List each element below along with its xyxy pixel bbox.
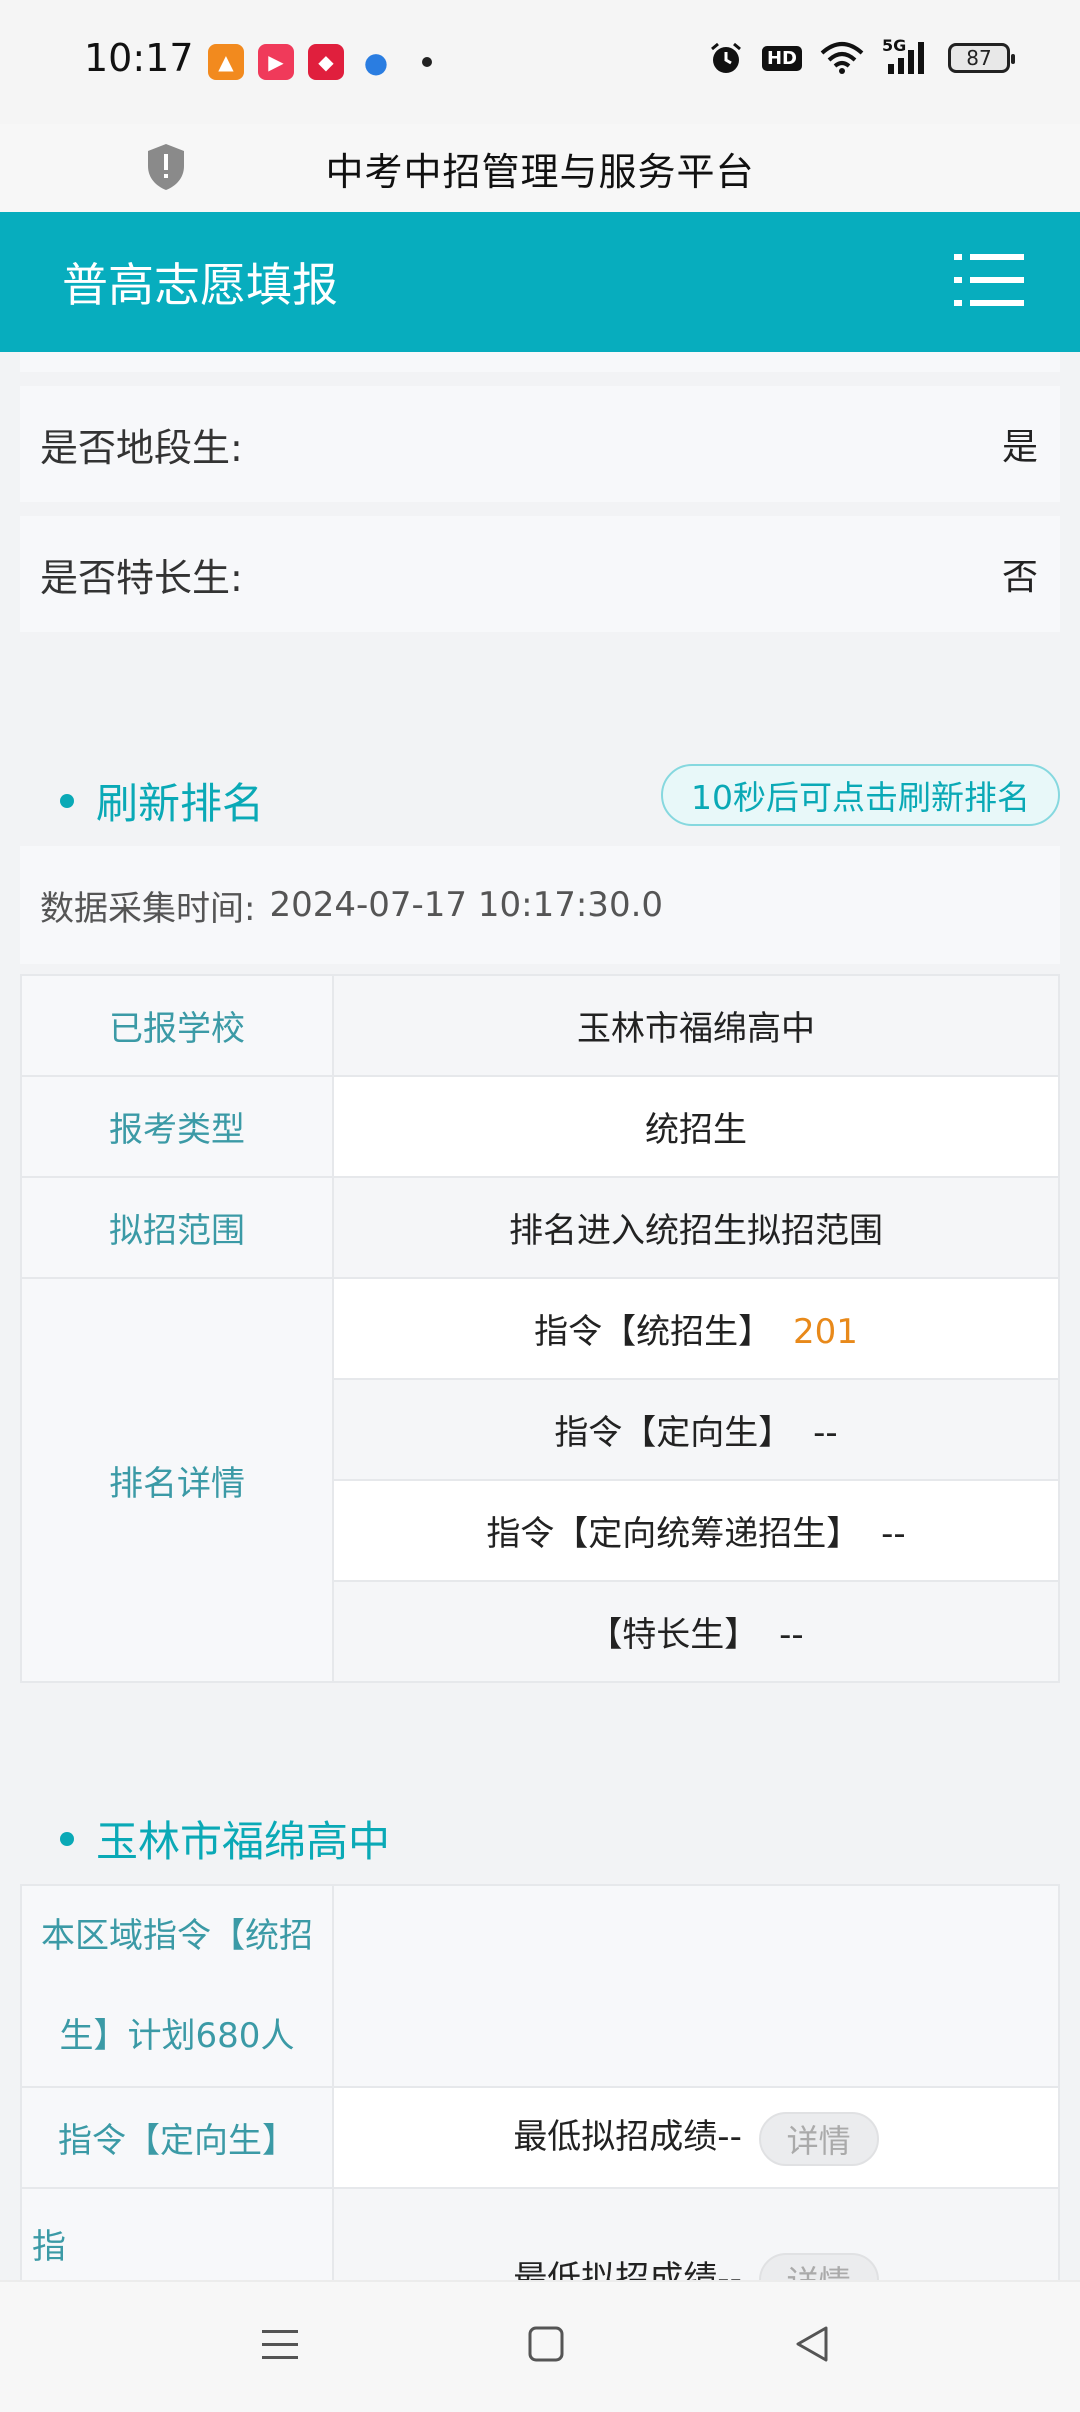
data-collect-time: 数据采集时间: 2024-07-17 10:17:30.0 [20, 846, 1060, 964]
talent-student-label: 是否特长生: [40, 555, 243, 600]
menu-icon[interactable] [954, 250, 1024, 310]
section-bullet [60, 793, 74, 808]
collect-time-value: 2024-07-17 10:17:30.0 [269, 885, 664, 925]
video-app-icon: ▶ [258, 44, 294, 80]
signal-icon: 5G [882, 36, 930, 76]
apply-type-value: 统招生 [332, 1075, 1060, 1178]
detail-directed-row: 指令【定向生】 -- [332, 1378, 1060, 1481]
shopping-app-icon: ◆ [308, 44, 344, 80]
detail-talent-row: 【特长生】 -- [332, 1580, 1060, 1683]
browser-title-bar: 中考中招管理与服务平台 [0, 124, 1080, 212]
table-row: 排名详情 指令【统招生】 201 [20, 1277, 1060, 1683]
table-row: 本区域指令【统招生】计划680人 [20, 1884, 1060, 2088]
detail-coordinated-row: 指令【定向统筹递招生】 -- [332, 1479, 1060, 1582]
local-student-value: 是 [1001, 427, 1038, 468]
table-row: 指令【定向生】 最低拟招成绩-- 详情 [20, 2086, 1060, 2189]
unified-rank-value: 201 [792, 1312, 858, 1352]
detail-unified-row: 指令【统招生】 201 [332, 1277, 1060, 1380]
page-title: 普高志愿填报 [62, 258, 338, 312]
recent-apps-icon[interactable] [258, 2322, 302, 2366]
system-navigation-bar [0, 2280, 1080, 2412]
section-bullet [60, 1831, 74, 1846]
main-content[interactable]: 是否地段生: 是 是否特长生: 否 刷新排名 10秒后可点击刷新排名 数据采集时… [0, 352, 1080, 2280]
back-icon[interactable] [790, 2322, 834, 2366]
school-section-title: 玉林市福绵高中 [60, 1808, 390, 1869]
status-bar: 10:17 ▲ ▶ ◆ ● HD 5G 87 [0, 0, 1080, 124]
region-plan-label: 本区域指令【统招生】计划680人 [20, 1884, 334, 2088]
admission-range-value: 排名进入统招生拟招范围 [332, 1176, 1060, 1279]
local-student-label: 是否地段生: [40, 425, 243, 470]
hd-icon: HD [761, 45, 802, 71]
app-header: 普高志愿填报 [0, 212, 1080, 352]
talent-student-row: 是否特长生: 否 [20, 516, 1060, 632]
directed-min-score: 最低拟招成绩-- [513, 2117, 742, 2158]
applied-school-label: 已报学校 [20, 974, 334, 1077]
directed-min-score-cell: 最低拟招成绩-- 详情 [332, 2086, 1060, 2189]
previous-row-edge [20, 352, 1060, 372]
table-row: 拟招范围 排名进入统招生拟招范围 [20, 1176, 1060, 1279]
refresh-ranking-button[interactable]: 10秒后可点击刷新排名 [661, 764, 1060, 826]
home-icon[interactable] [524, 2322, 568, 2366]
school-table: 本区域指令【统招生】计划680人 指令【定向生】 最低拟招成绩-- 详情 指 最… [20, 1884, 1060, 2280]
talent-student-value: 否 [1001, 557, 1038, 598]
battery-indicator: 87 [948, 43, 1015, 73]
alarm-icon [711, 42, 741, 73]
notification-icons: ▲ ▶ ◆ ● [208, 44, 432, 80]
status-time: 10:17 [84, 36, 194, 80]
ranking-table: 已报学校 玉林市福绵高中 报考类型 统招生 拟招范围 排名进入统招生拟招范围 排… [20, 974, 1060, 1683]
partial-min-score-cell: 最低拟招成绩-- 详情 [332, 2187, 1060, 2281]
admission-range-label: 拟招范围 [20, 1176, 334, 1279]
region-plan-value [332, 1884, 1060, 2088]
detail-button[interactable]: 详情 [758, 2253, 879, 2280]
local-student-row: 是否地段生: 是 [20, 386, 1060, 502]
wifi-icon [820, 42, 864, 74]
shield-icon[interactable] [144, 142, 188, 192]
collect-time-label: 数据采集时间: [40, 888, 256, 929]
table-row: 指 最低拟招成绩-- 详情 [20, 2187, 1060, 2281]
more-notifications-dot [422, 57, 432, 67]
table-row: 已报学校 玉林市福绵高中 [20, 974, 1060, 1077]
detail-button[interactable]: 详情 [758, 2111, 879, 2166]
table-row: 报考类型 统招生 [20, 1075, 1060, 1178]
apply-type-label: 报考类型 [20, 1075, 334, 1178]
partial-min-score: 最低拟招成绩-- [513, 2258, 742, 2281]
browser-app-icon: ● [363, 45, 389, 79]
ranking-detail-label: 排名详情 [20, 1277, 334, 1683]
applied-school-value: 玉林市福绵高中 [332, 974, 1060, 1077]
directed-student-label: 指令【定向生】 [20, 2086, 334, 2189]
app-notification-icon: ▲ [208, 44, 244, 80]
system-icons: HD 5G 87 [708, 36, 1015, 76]
partial-row-label: 指 [20, 2187, 334, 2280]
browser-title: 中考中招管理与服务平台 [325, 149, 755, 194]
refresh-ranking-title: 刷新排名 [60, 770, 264, 831]
